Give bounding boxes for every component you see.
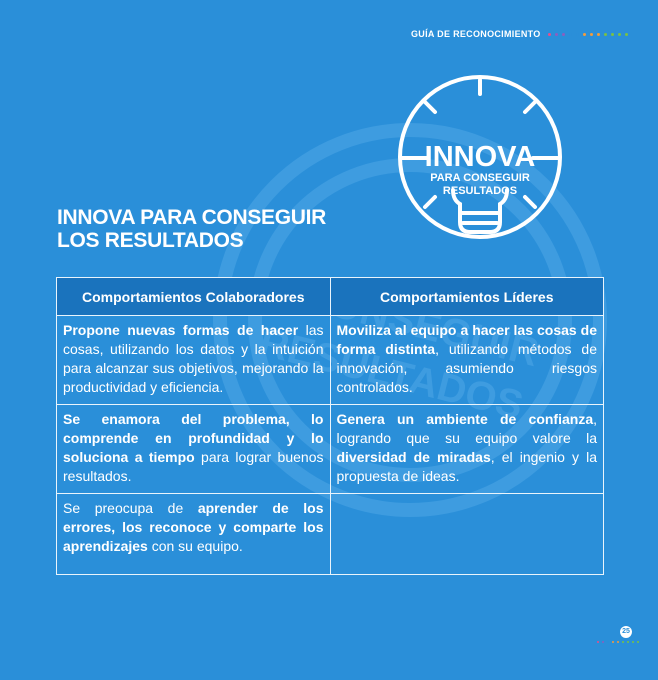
header-leaders: Comportamientos Líderes <box>329 277 604 316</box>
header-collaborators: Comportamientos Colaboradores <box>56 277 331 316</box>
page-number: 25 <box>620 626 632 638</box>
behaviors-table: Comportamientos Colaboradores Comportami… <box>56 277 604 575</box>
header-label: GUÍA DE RECONOCIMIENTO <box>411 29 541 39</box>
decorative-dot <box>590 33 593 36</box>
table-row: Se preocupa de aprender de los errores, … <box>56 493 604 575</box>
decorative-dot <box>562 33 565 36</box>
decorative-dot <box>611 33 614 36</box>
table-cell: Se preocupa de aprender de los errores, … <box>56 493 331 575</box>
decorative-dot <box>583 33 586 36</box>
decorative-dot <box>622 641 624 643</box>
decorative-dot <box>607 641 609 643</box>
decorative-dot <box>618 33 621 36</box>
table-cell: Moviliza al equipo a hacer las cosas de … <box>329 315 604 405</box>
decorative-dot <box>617 641 619 643</box>
decorative-dot <box>632 641 634 643</box>
table-row: Se enamora del problema, lo comprende en… <box>56 404 604 494</box>
section-title: INNOVA PARA CONSEGUIR LOS RESULTADOS <box>57 206 326 252</box>
table-header-row: Comportamientos Colaboradores Comportami… <box>56 277 604 316</box>
decorative-dot <box>555 33 558 36</box>
decorative-dot <box>627 641 629 643</box>
decorative-dot <box>569 33 572 36</box>
table-cell-empty <box>329 493 604 575</box>
badge-title: INNOVA <box>425 141 536 173</box>
header-dots <box>548 33 628 36</box>
badge-subtitle-line2: RESULTADOS <box>443 185 517 197</box>
table-cell: Se enamora del problema, lo comprende en… <box>56 404 331 494</box>
badge-subtitle-line1: PARA CONSEGUIR <box>430 172 530 184</box>
decorative-dot <box>602 641 604 643</box>
decorative-dot <box>612 641 614 643</box>
decorative-dot <box>548 33 551 36</box>
decorative-dot <box>637 641 639 643</box>
table-cell: Propone nuevas formas de hacer las cosas… <box>56 315 331 405</box>
decorative-dot <box>604 33 607 36</box>
decorative-dot <box>597 641 599 643</box>
table-cell: Genera un ambiente de confianza, logrand… <box>329 404 604 494</box>
section-title-line2: LOS RESULTADOS <box>57 229 244 252</box>
decorative-dot <box>597 33 600 36</box>
decorative-dot <box>625 33 628 36</box>
innova-bulb-badge: INNOVA PARA CONSEGUIR RESULTADOS <box>398 75 562 239</box>
decorative-dot <box>576 33 579 36</box>
footer-dots <box>597 641 639 643</box>
section-title-line1: INNOVA PARA CONSEGUIR <box>57 206 327 229</box>
table-row: Propone nuevas formas de hacer las cosas… <box>56 315 604 405</box>
